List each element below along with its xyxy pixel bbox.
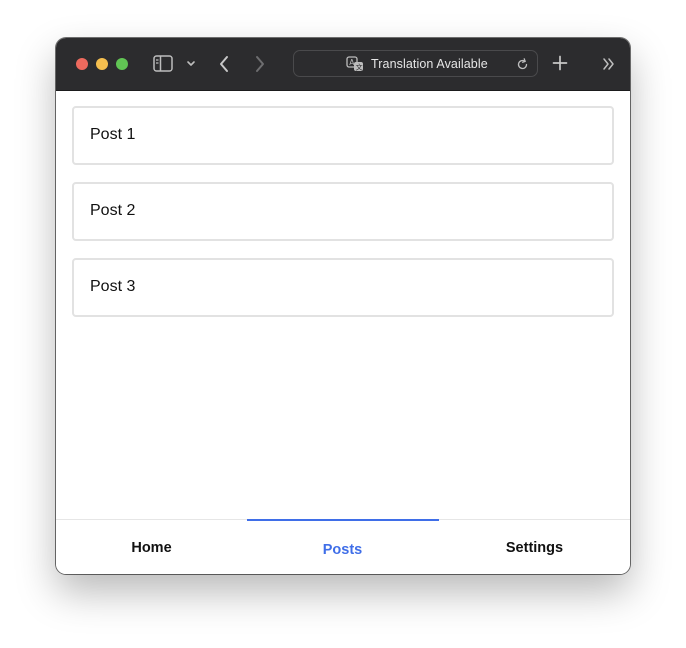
tab-home[interactable]: Home	[56, 520, 247, 574]
minimize-window-button[interactable]	[96, 58, 108, 70]
address-bar[interactable]: A 文 Translation Available	[293, 50, 538, 77]
post-title: Post 2	[90, 202, 136, 219]
tab-posts[interactable]: Posts	[247, 520, 438, 574]
plus-icon[interactable]	[552, 55, 568, 71]
translate-icon[interactable]: A 文	[346, 56, 364, 72]
post-title: Post 3	[90, 278, 136, 295]
sidebar-icon[interactable]	[153, 55, 173, 72]
tab-home-label: Home	[131, 539, 172, 556]
tab-settings-label: Settings	[505, 539, 564, 556]
post-title: Post 1	[90, 126, 136, 143]
reload-icon[interactable]	[516, 58, 529, 71]
svg-text:文: 文	[356, 63, 363, 72]
forward-arrow-icon[interactable]	[253, 54, 267, 74]
post-card[interactable]: Post 1	[72, 106, 614, 165]
close-window-button[interactable]	[76, 58, 88, 70]
maximize-window-button[interactable]	[116, 58, 128, 70]
chevron-down-icon[interactable]	[185, 58, 197, 70]
browser-toolbar: A 文 Translation Available	[56, 38, 630, 91]
bottom-tab-bar: Home Posts Settings	[56, 519, 630, 574]
address-text: Translation Available	[371, 57, 488, 71]
post-list: Post 1 Post 2 Post 3	[56, 91, 630, 519]
post-card[interactable]: Post 3	[72, 258, 614, 317]
post-card[interactable]: Post 2	[72, 182, 614, 241]
browser-window: A 文 Translation Available Post 1 Post 2 …	[56, 38, 630, 574]
double-chevron-right-icon[interactable]	[602, 57, 616, 71]
tab-posts-label: Posts	[322, 541, 363, 558]
tab-settings[interactable]: Settings	[439, 520, 630, 574]
back-arrow-icon[interactable]	[217, 54, 231, 74]
